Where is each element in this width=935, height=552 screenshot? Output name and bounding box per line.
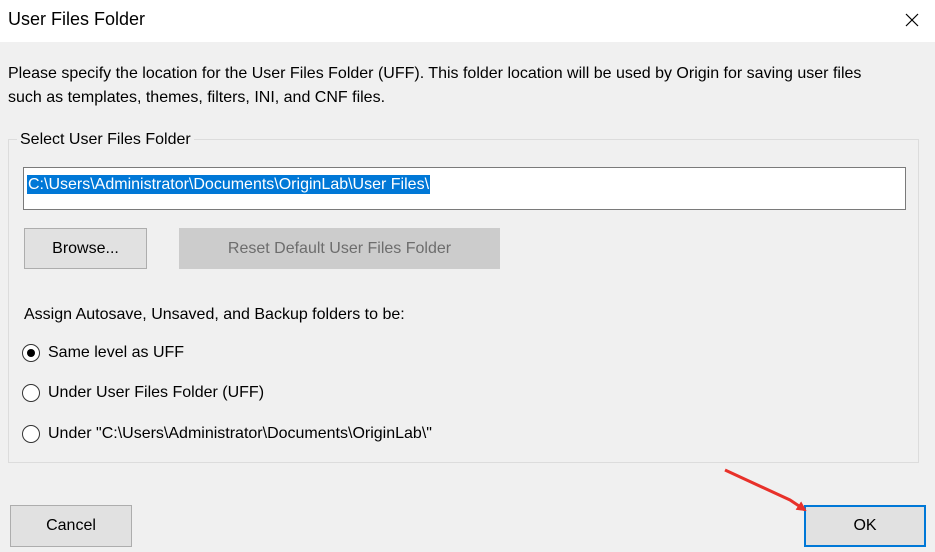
title-bar: User Files Folder <box>0 0 935 42</box>
close-button[interactable] <box>889 0 935 40</box>
close-icon <box>905 13 919 27</box>
ok-button[interactable]: OK <box>804 505 926 547</box>
uff-path-value: C:\Users\Administrator\Documents\OriginL… <box>27 175 431 194</box>
reset-default-button[interactable]: Reset Default User Files Folder <box>179 228 500 269</box>
radio-under-uff-indicator[interactable] <box>22 384 40 402</box>
radio-under-uff-label: Under User Files Folder (UFF) <box>48 384 265 401</box>
user-files-folder-dialog: User Files Folder Please specify the loc… <box>0 0 935 552</box>
radio-same-level-label: Same level as UFF <box>48 344 185 361</box>
cancel-button[interactable]: Cancel <box>10 505 132 547</box>
radio-same-level-indicator[interactable] <box>22 344 40 362</box>
assign-folders-label: Assign Autosave, Unsaved, and Backup fol… <box>24 306 405 323</box>
radio-under-originlab-label: Under "C:\Users\Administrator\Documents\… <box>48 425 432 442</box>
uff-path-input[interactable]: C:\Users\Administrator\Documents\OriginL… <box>23 167 906 210</box>
radio-under-originlab-indicator[interactable] <box>22 425 40 443</box>
radio-same-level[interactable]: Same level as UFF <box>22 341 184 365</box>
browse-button[interactable]: Browse... <box>24 228 147 269</box>
group-legend: Select User Files Folder <box>17 129 194 151</box>
radio-under-originlab[interactable]: Under "C:\Users\Administrator\Documents\… <box>22 422 432 446</box>
description-text: Please specify the location for the User… <box>8 65 862 106</box>
radio-under-uff[interactable]: Under User Files Folder (UFF) <box>22 381 264 405</box>
dialog-title: User Files Folder <box>8 9 146 29</box>
